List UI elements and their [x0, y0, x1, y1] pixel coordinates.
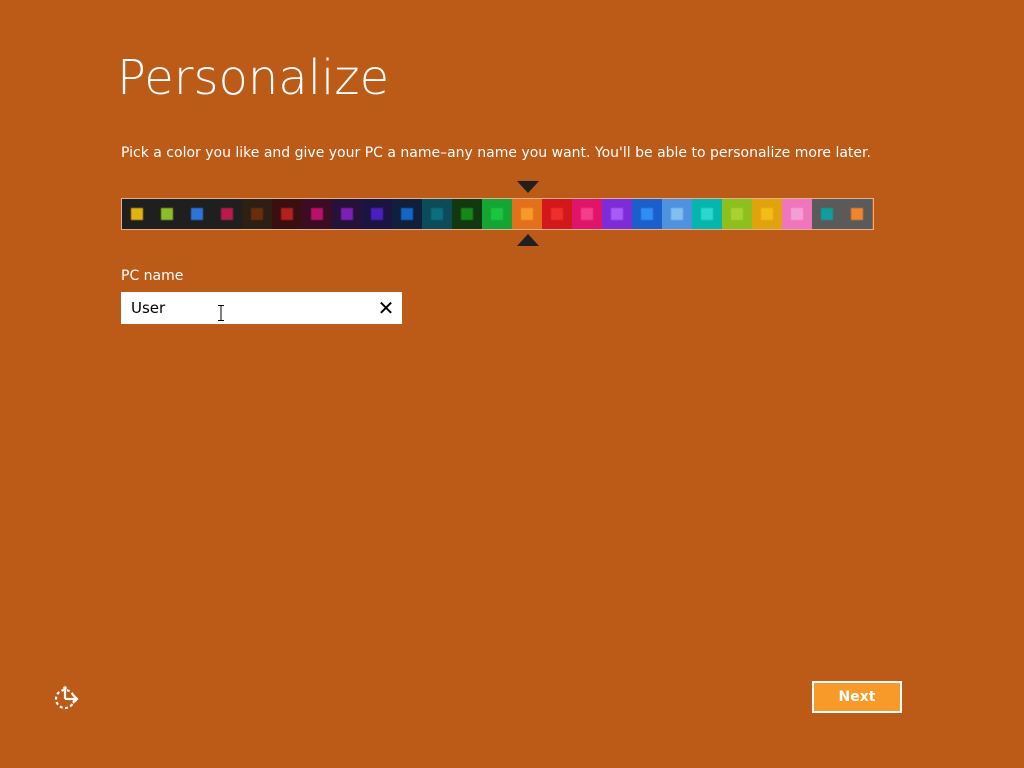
color-swatch-dot — [641, 208, 653, 220]
color-swatch-dot — [521, 208, 533, 220]
next-button[interactable]: Next — [812, 681, 902, 713]
personalize-page: Personalize Pick a color you like and gi… — [0, 0, 1024, 768]
color-swatch[interactable] — [722, 199, 752, 229]
color-swatch-dot — [581, 208, 593, 220]
color-swatch[interactable] — [182, 199, 212, 229]
color-swatch-dot — [611, 208, 623, 220]
page-title: Personalize — [117, 50, 390, 106]
color-swatch-dot — [821, 208, 833, 220]
ease-of-access-icon[interactable] — [52, 684, 80, 712]
color-swatch[interactable] — [572, 199, 602, 229]
color-swatch-dot — [551, 208, 563, 220]
color-swatch-dot — [701, 208, 713, 220]
color-swatch-dot — [461, 208, 473, 220]
color-swatch[interactable] — [122, 199, 152, 229]
color-swatch-dot — [431, 208, 443, 220]
color-swatch[interactable] — [242, 199, 272, 229]
color-swatch-dot — [251, 208, 263, 220]
color-swatch-dot — [311, 208, 323, 220]
color-swatch[interactable] — [692, 199, 722, 229]
color-swatch-dot — [191, 208, 203, 220]
color-swatch-dot — [281, 208, 293, 220]
color-swatch[interactable] — [452, 199, 482, 229]
color-swatch-dot — [491, 208, 503, 220]
text-cursor-icon — [218, 305, 224, 321]
color-swatch-dot — [161, 208, 173, 220]
color-swatch[interactable] — [482, 199, 512, 229]
color-swatch-dot — [761, 208, 773, 220]
color-swatch[interactable] — [842, 199, 872, 229]
color-picker-strip[interactable] — [121, 198, 874, 230]
color-swatch-dot — [791, 208, 803, 220]
color-swatch[interactable] — [602, 199, 632, 229]
color-swatch-dot — [731, 208, 743, 220]
color-swatch-dot — [401, 208, 413, 220]
color-swatch-dot — [221, 208, 233, 220]
pc-name-field[interactable]: ✕ — [121, 292, 402, 324]
selected-color-marker-bottom — [517, 234, 539, 246]
color-swatch[interactable] — [332, 199, 362, 229]
color-swatch[interactable] — [152, 199, 182, 229]
color-swatch[interactable] — [542, 199, 572, 229]
color-swatch[interactable] — [632, 199, 662, 229]
page-instructions: Pick a color you like and give your PC a… — [121, 145, 871, 161]
color-swatch[interactable] — [422, 199, 452, 229]
color-swatch-dot — [341, 208, 353, 220]
pc-name-input[interactable] — [121, 292, 366, 324]
pc-name-label: PC name — [121, 268, 184, 284]
color-swatch[interactable] — [362, 199, 392, 229]
color-swatch[interactable] — [392, 199, 422, 229]
color-swatch[interactable] — [782, 199, 812, 229]
color-swatch[interactable] — [812, 199, 842, 229]
color-swatch[interactable] — [302, 199, 332, 229]
color-swatch[interactable] — [212, 199, 242, 229]
color-swatch[interactable] — [752, 199, 782, 229]
color-swatch[interactable] — [662, 199, 692, 229]
color-swatch-dot — [371, 208, 383, 220]
color-swatch-dot — [671, 208, 683, 220]
color-swatch-dot — [851, 208, 863, 220]
color-swatch[interactable] — [272, 199, 302, 229]
color-swatch-dot — [131, 208, 143, 220]
color-swatch[interactable] — [512, 199, 542, 229]
clear-icon[interactable]: ✕ — [376, 298, 396, 318]
selected-color-marker-top — [517, 181, 539, 193]
